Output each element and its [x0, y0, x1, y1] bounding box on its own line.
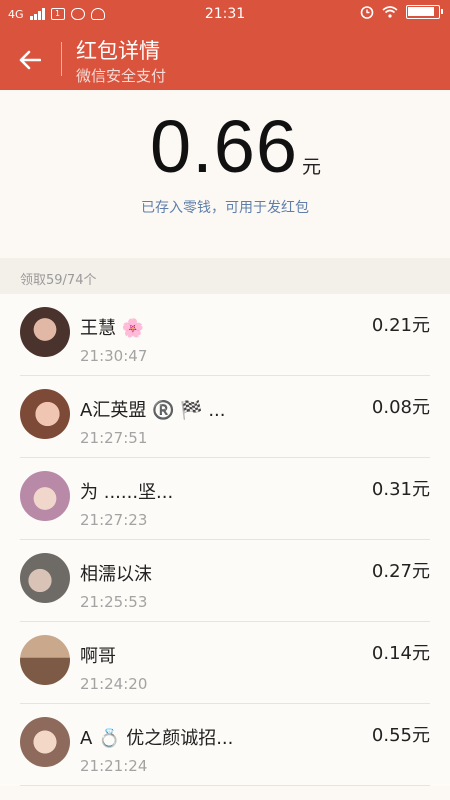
received-count-header: 领取59/74个: [0, 258, 450, 294]
list-item[interactable]: 为 ......坚... 21:27:23 0.31元: [0, 458, 450, 540]
back-button[interactable]: [10, 40, 50, 80]
list-item[interactable]: 王慧 🌸 21:30:47 0.21元: [0, 294, 450, 376]
amount-note-link[interactable]: 已存入零钱，可用于发红包: [0, 197, 450, 217]
received-money: 0.21元: [371, 315, 430, 336]
recipient-list: 王慧 🌸 21:30:47 0.21元 A汇英盟 ®️ 🏁 ... 21:27:…: [0, 294, 450, 786]
received-time: 21:30:47: [80, 347, 148, 365]
avatar: [20, 553, 70, 603]
received-money: 0.27元: [371, 561, 430, 582]
recipient-name: 王慧 🌸: [80, 318, 145, 339]
amount-panel: 0.66 元 已存入零钱，可用于发红包: [0, 90, 450, 258]
list-item[interactable]: A 💍 优之颜诚招... 21:21:24 0.55元: [0, 704, 450, 786]
back-arrow-icon: [19, 50, 41, 70]
avatar: [20, 635, 70, 685]
recipient-name: 为 ......坚...: [80, 482, 174, 503]
page-title: 红包详情: [76, 39, 160, 63]
received-count-label: 领取59/74个: [20, 273, 97, 288]
status-bar: 4G 1 21:31: [0, 0, 450, 28]
recipient-name: A汇英盟 ®️ 🏁 ...: [80, 400, 226, 421]
app-header: 红包详情 微信安全支付: [0, 28, 450, 90]
battery-icon: [406, 5, 443, 19]
avatar: [20, 471, 70, 521]
avatar: [20, 307, 70, 357]
received-money: 0.55元: [371, 725, 430, 746]
received-time: 21:25:53: [80, 593, 148, 611]
avatar: [20, 389, 70, 439]
received-amount: 0.66: [150, 105, 299, 188]
received-time: 21:24:20: [80, 675, 148, 693]
received-money: 0.08元: [371, 397, 430, 418]
received-time: 21:27:23: [80, 511, 148, 529]
avatar: [20, 717, 70, 767]
recipient-name: 啊哥: [80, 646, 116, 667]
received-money: 0.14元: [371, 643, 430, 664]
list-item[interactable]: 相濡以沫 21:25:53 0.27元: [0, 540, 450, 622]
header-divider: [61, 42, 62, 76]
received-time: 21:27:51: [80, 429, 148, 447]
wifi-icon: [382, 6, 398, 18]
recipient-name: 相濡以沫: [80, 564, 152, 585]
list-item[interactable]: A汇英盟 ®️ 🏁 ... 21:27:51 0.08元: [0, 376, 450, 458]
received-money: 0.31元: [371, 479, 430, 500]
page-subtitle: 微信安全支付: [76, 67, 167, 85]
recipient-name: A 💍 优之颜诚招...: [80, 728, 234, 749]
received-time: 21:21:24: [80, 757, 148, 775]
alarm-icon: [360, 6, 374, 19]
list-item[interactable]: 啊哥 21:24:20 0.14元: [0, 622, 450, 704]
amount-unit: 元: [302, 156, 322, 178]
